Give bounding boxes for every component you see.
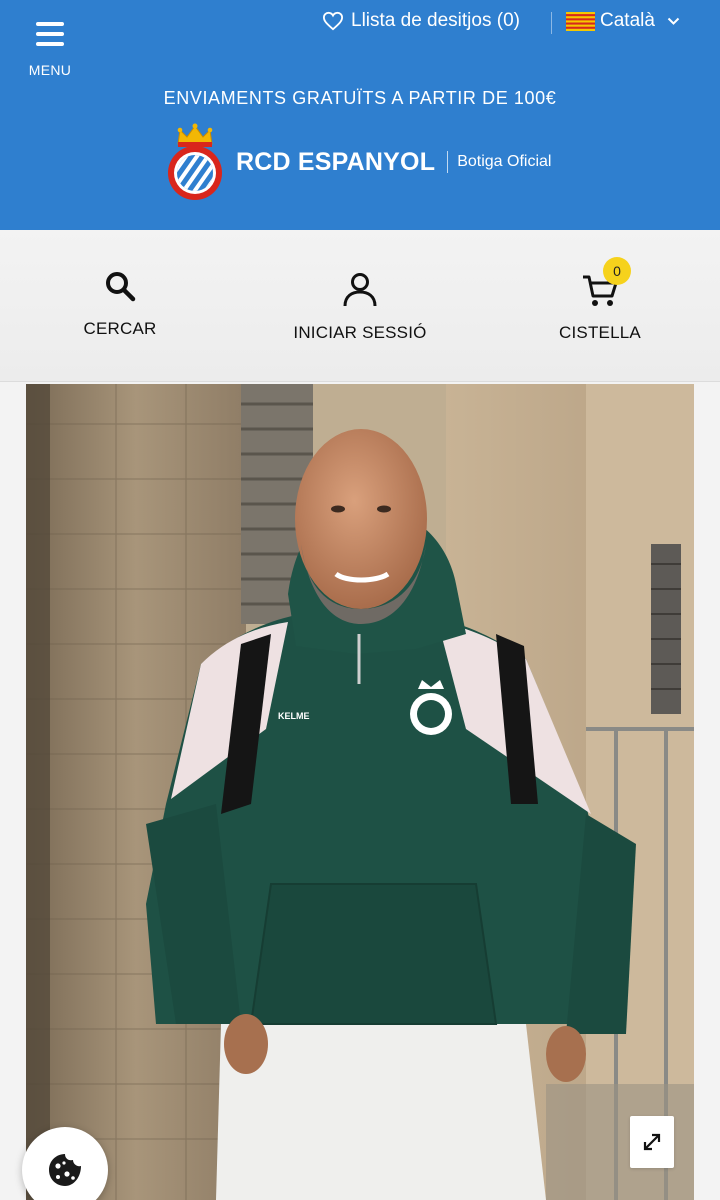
- search-button[interactable]: CERCAR: [0, 230, 240, 382]
- site-header: MENU Llista de desitjos (0) Català ENVIA…: [0, 0, 720, 230]
- shipping-banner: ENVIAMENTS GRATUÏTS A PARTIR DE 100€: [163, 88, 557, 108]
- cart-label: CISTELLA: [559, 323, 641, 342]
- product-photo: KELME: [26, 384, 694, 1200]
- divider: [551, 12, 552, 34]
- brand-logo-link[interactable]: RCD ESPANYOL Botiga Oficial: [166, 122, 551, 202]
- brand-subtitle: Botiga Oficial: [457, 153, 552, 170]
- expand-icon: [643, 1133, 661, 1151]
- login-label: INICIAR SESSIÓ: [293, 323, 427, 342]
- action-bar: CERCAR INICIAR SESSIÓ CISTELLA: [0, 230, 720, 382]
- cart-count-badge: 0: [603, 257, 631, 285]
- wishlist-link[interactable]: Llista de desitjos (0): [322, 8, 520, 34]
- menu-button[interactable]: MENU: [22, 22, 78, 80]
- club-crest-logo: [168, 123, 222, 200]
- heart-icon: [322, 11, 344, 31]
- search-icon: [106, 272, 136, 302]
- catalan-flag-icon: [566, 11, 595, 31]
- login-button[interactable]: INICIAR SESSIÓ: [240, 230, 480, 382]
- chevron-down-icon: [667, 17, 680, 25]
- cart-button[interactable]: CISTELLA: [480, 230, 720, 382]
- expand-image-button[interactable]: [630, 1116, 674, 1168]
- menu-label: MENU: [28, 62, 72, 78]
- user-icon: [343, 273, 377, 307]
- language-label: Català: [600, 10, 655, 31]
- product-image[interactable]: KELME: [26, 384, 694, 1200]
- cookie-icon: [49, 1154, 81, 1186]
- brand-name: RCD ESPANYOL: [236, 147, 436, 176]
- menu-icon: [36, 22, 64, 46]
- language-selector[interactable]: Català: [566, 8, 680, 34]
- search-label: CERCAR: [83, 319, 157, 338]
- svg-text:KELME: KELME: [278, 711, 310, 721]
- brand-divider: [447, 151, 449, 173]
- wishlist-label: Llista de desitjos (0): [351, 10, 520, 31]
